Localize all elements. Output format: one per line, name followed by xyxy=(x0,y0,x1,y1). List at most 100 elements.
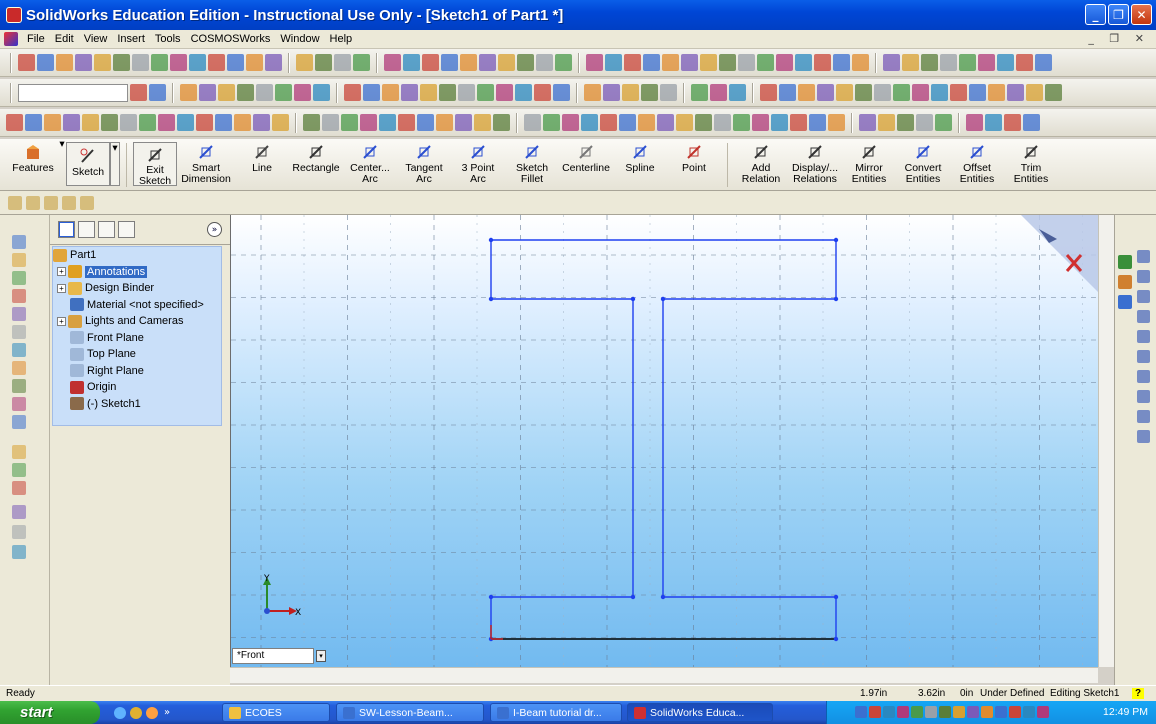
toolbar-button-icon[interactable] xyxy=(517,54,534,71)
toolbar-button-icon[interactable] xyxy=(738,54,755,71)
toolbar-button-icon[interactable] xyxy=(422,54,439,71)
toolbar-button-icon[interactable] xyxy=(177,114,194,131)
toolbar-button-icon[interactable] xyxy=(641,84,658,101)
property-manager-tab[interactable] xyxy=(78,221,95,238)
line-button[interactable]: Line xyxy=(235,139,289,187)
sketch-dropdown-icon[interactable]: ▾ xyxy=(110,142,120,186)
relation-tool-icon[interactable] xyxy=(62,195,76,210)
tray-icon[interactable] xyxy=(995,706,1007,718)
toolbar-button-icon[interactable] xyxy=(515,84,532,101)
relation-tool-icon[interactable] xyxy=(44,195,58,210)
toolbar-button-icon[interactable] xyxy=(757,54,774,71)
toolbar-button-icon[interactable] xyxy=(760,84,777,101)
toolbar-button-icon[interactable] xyxy=(441,54,458,71)
toolbar-button-icon[interactable] xyxy=(275,84,292,101)
sketch-point[interactable] xyxy=(630,594,636,600)
sketch-point[interactable] xyxy=(833,636,839,642)
toolbar-button-icon[interactable] xyxy=(931,84,948,101)
toolbar-button-icon[interactable] xyxy=(498,54,515,71)
toolbar-button-icon[interactable] xyxy=(436,114,453,131)
toolbar-button-icon[interactable] xyxy=(584,84,601,101)
toolbar-button-icon[interactable] xyxy=(586,54,603,71)
toolbar-button-icon[interactable] xyxy=(638,114,655,131)
sketch-relation-icon[interactable] xyxy=(1137,330,1150,343)
menu-cosmosworks[interactable]: COSMOSWorks xyxy=(186,33,276,45)
toolbar-button-icon[interactable] xyxy=(234,114,251,131)
sketch-relation-icon[interactable] xyxy=(1137,410,1150,423)
toolbar-button-icon[interactable] xyxy=(353,54,370,71)
vertical-tool-icon[interactable] xyxy=(12,361,26,375)
tray-icon[interactable] xyxy=(939,706,951,718)
toolbar-button-icon[interactable] xyxy=(691,84,708,101)
toolbar-button-icon[interactable] xyxy=(363,84,380,101)
menu-help[interactable]: Help xyxy=(325,33,358,45)
toolbar-button-icon[interactable] xyxy=(605,54,622,71)
toolbar-button-icon[interactable] xyxy=(921,54,938,71)
toolbar-button-icon[interactable] xyxy=(256,84,273,101)
toolbar-button-icon[interactable] xyxy=(543,114,560,131)
sketch-relation-icon[interactable] xyxy=(1137,270,1150,283)
toolbar-button-icon[interactable] xyxy=(344,84,361,101)
tray-icon[interactable] xyxy=(911,706,923,718)
rectangle-button[interactable]: Rectangle xyxy=(289,139,343,187)
solidworks-app-icon[interactable] xyxy=(6,7,22,23)
toolbar-button-icon[interactable] xyxy=(218,84,235,101)
toolbar-button-icon[interactable] xyxy=(75,54,92,71)
toolbar-button-icon[interactable] xyxy=(833,54,850,71)
sketch-fillet-button[interactable]: Sketch Fillet xyxy=(505,139,559,187)
mirror-entities-button[interactable]: Mirror Entities xyxy=(842,139,896,187)
menu-tools[interactable]: Tools xyxy=(150,33,186,45)
toolbar-button-icon[interactable] xyxy=(120,114,137,131)
toolbar-button-icon[interactable] xyxy=(935,114,952,131)
toolbar-button-icon[interactable] xyxy=(752,114,769,131)
toolbar-button-icon[interactable] xyxy=(874,84,891,101)
sketch-point[interactable] xyxy=(630,296,636,302)
toolbar-button-icon[interactable] xyxy=(215,114,232,131)
document-window-controls[interactable]: _ ❐ ✕ xyxy=(1088,32,1150,45)
graphics-area[interactable]: YX xyxy=(230,215,1098,667)
quick-launch-more[interactable]: » xyxy=(164,707,170,718)
tray-icon[interactable] xyxy=(855,706,867,718)
toolbar-button-icon[interactable] xyxy=(272,114,289,131)
sketch-point[interactable] xyxy=(833,237,839,243)
toolbar-button-icon[interactable] xyxy=(130,84,147,101)
taskbar-item[interactable]: SolidWorks Educa... xyxy=(627,703,773,722)
toolbar-button-icon[interactable] xyxy=(1004,114,1021,131)
resources-icon[interactable] xyxy=(1118,255,1132,269)
toolbar-button-icon[interactable] xyxy=(1007,84,1024,101)
view-orientation-label[interactable]: *Front xyxy=(232,648,314,664)
tree-item[interactable]: + Lights and Cameras xyxy=(53,313,221,330)
sketch-relation-icon[interactable] xyxy=(1137,350,1150,363)
toolbar-button-icon[interactable] xyxy=(790,114,807,131)
toolbar-button-icon[interactable] xyxy=(624,54,641,71)
toolbar-button-icon[interactable] xyxy=(950,84,967,101)
toolbar-button-icon[interactable] xyxy=(479,54,496,71)
toolbar-button-icon[interactable] xyxy=(719,54,736,71)
exit-sketch-button[interactable]: Exit Sketch xyxy=(133,142,177,187)
toolbar-button-icon[interactable] xyxy=(439,84,456,101)
toolbar-button-icon[interactable] xyxy=(417,114,434,131)
toolbar-button-icon[interactable] xyxy=(524,114,541,131)
toolbar-button-icon[interactable] xyxy=(208,54,225,71)
trim-entities-button[interactable]: Trim Entities xyxy=(1004,139,1058,187)
sketch-point[interactable] xyxy=(660,296,666,302)
toolbar-button-icon[interactable] xyxy=(710,84,727,101)
toolbar-button-icon[interactable] xyxy=(859,114,876,131)
point-button[interactable]: Point xyxy=(667,139,721,187)
toolbar-button-icon[interactable] xyxy=(315,54,332,71)
toolbar-button-icon[interactable] xyxy=(382,84,399,101)
toolbar-button-icon[interactable] xyxy=(916,114,933,131)
toolbar-button-icon[interactable] xyxy=(657,114,674,131)
sketch-tab[interactable]: Sketch xyxy=(66,142,110,186)
toolbar-button-icon[interactable] xyxy=(969,84,986,101)
ie-icon[interactable] xyxy=(114,706,126,719)
tree-item[interactable]: Material <not specified> xyxy=(53,297,221,314)
sketch-relation-icon[interactable] xyxy=(1137,310,1150,323)
sketch-relation-icon[interactable] xyxy=(1137,370,1150,383)
close-button[interactable]: ✕ xyxy=(1131,4,1152,25)
toolbar-button-icon[interactable] xyxy=(420,84,437,101)
outlook-icon[interactable] xyxy=(146,706,158,719)
toolbar-button-icon[interactable] xyxy=(1023,114,1040,131)
toolbar-button-icon[interactable] xyxy=(379,114,396,131)
browser-icon[interactable] xyxy=(130,706,142,719)
